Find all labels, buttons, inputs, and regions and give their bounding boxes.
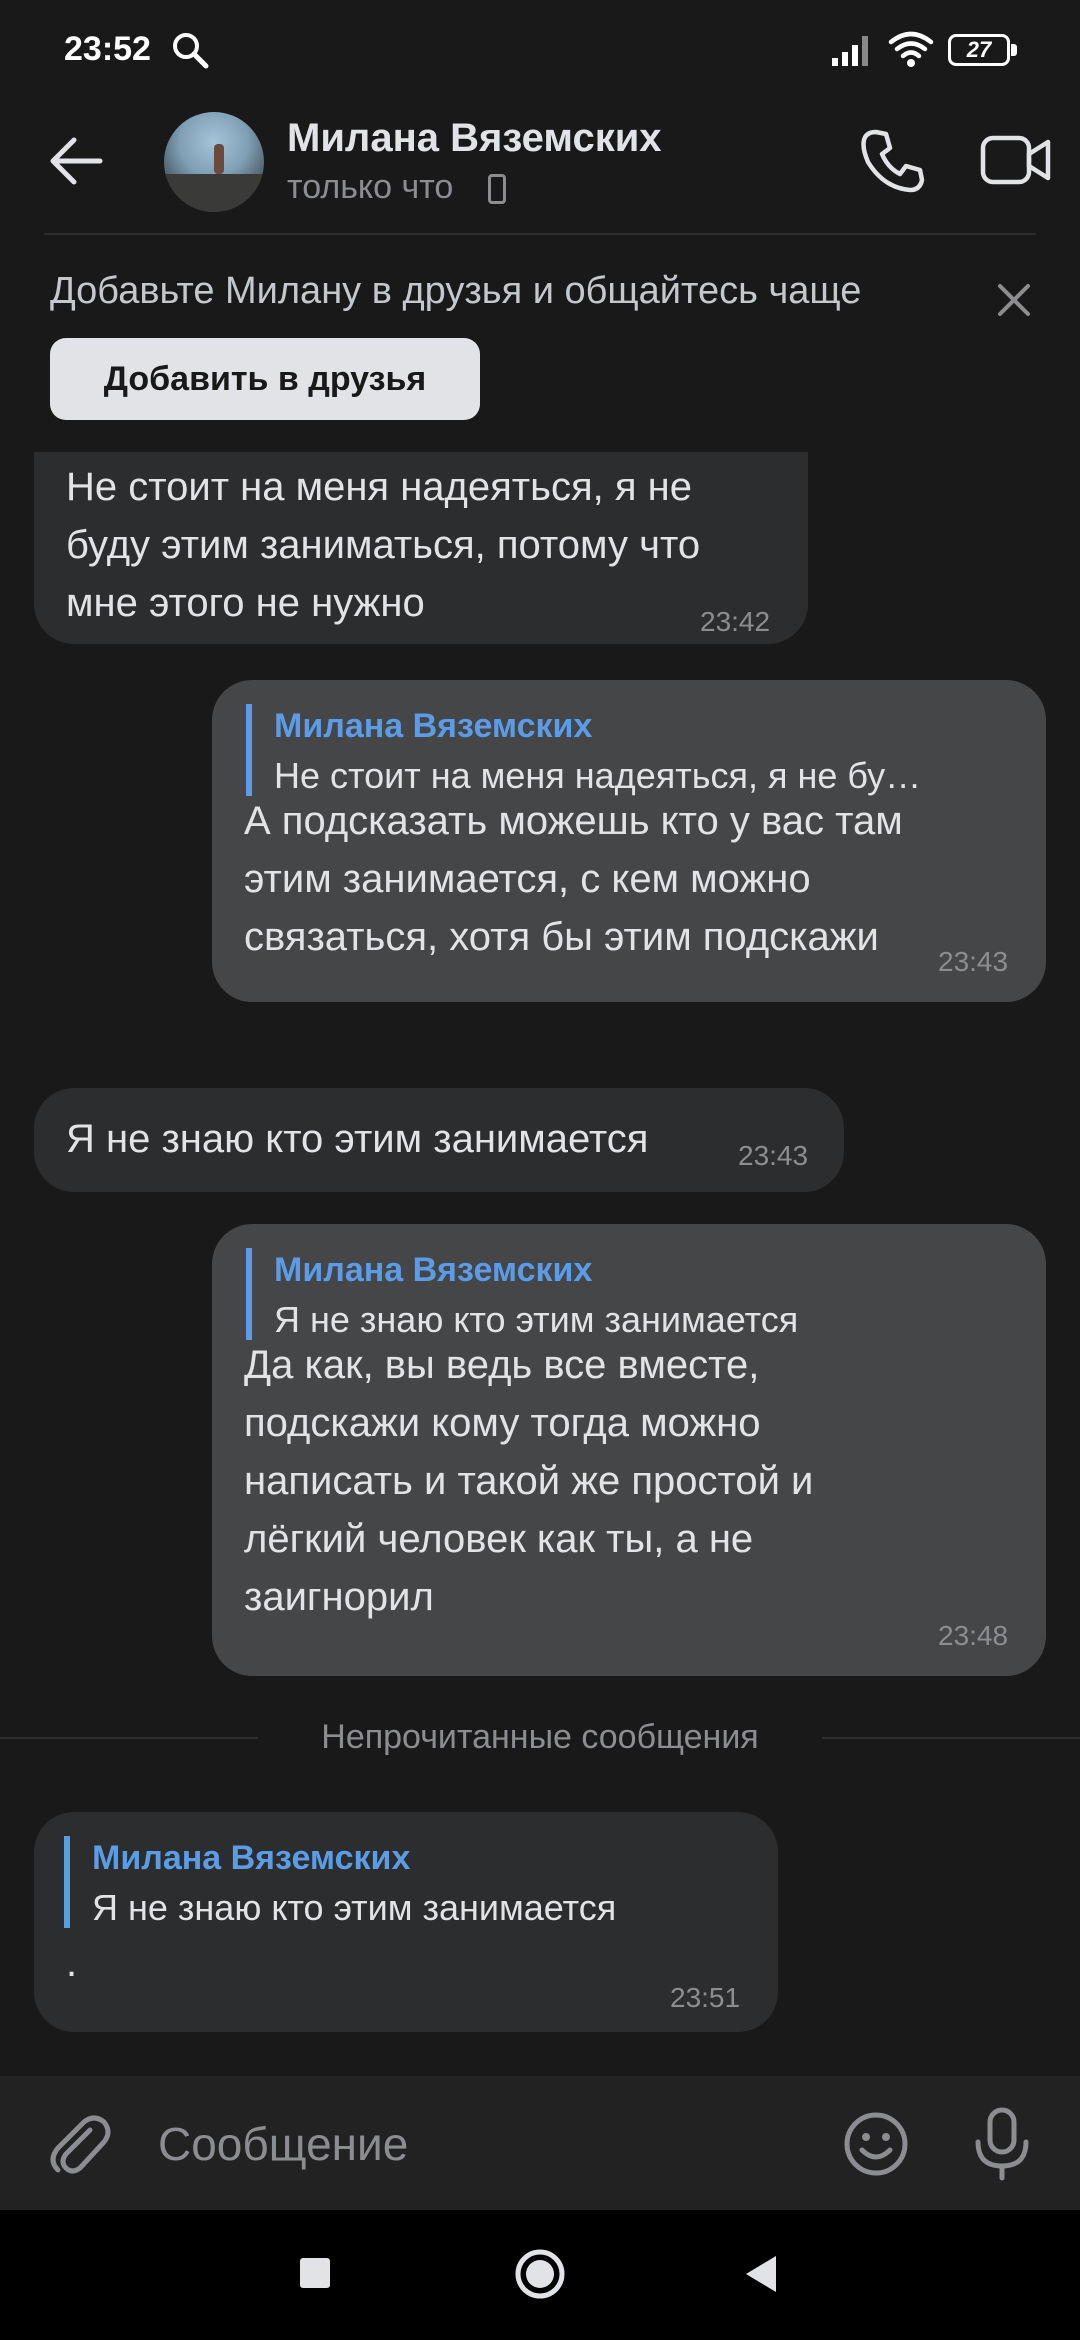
message-time: 23:43: [738, 1140, 809, 1171]
header-divider: [44, 233, 1036, 235]
message-bubble-incoming[interactable]: Не стоит на меня надеяться, я не буду эт…: [34, 452, 808, 644]
reply-author: Милана Вяземских: [274, 707, 593, 745]
status-time: 23:52: [64, 30, 151, 68]
message-bubble-outgoing[interactable]: Милана Вяземских Не стоит на меня надеят…: [212, 680, 1046, 1002]
unread-divider: Непрочитанные сообщения: [0, 1708, 1080, 1768]
message-text-line: подскажи кому тогда можно: [244, 1401, 761, 1445]
reply-text: Я не знаю кто этим занимается: [92, 1887, 617, 1928]
message-bubble-incoming[interactable]: Милана Вяземских Я не знаю кто этим зани…: [34, 1812, 778, 2032]
message-text-line: Я не знаю кто этим занимается: [66, 1117, 649, 1161]
contact-name[interactable]: Милана Вяземских: [287, 116, 662, 161]
paperclip-icon[interactable]: [44, 2110, 114, 2180]
message-text-line: мне этого не нужно: [66, 581, 425, 625]
message-text-line: заигнорил: [244, 1575, 434, 1619]
message-input[interactable]: [158, 2104, 818, 2184]
contact-status: только что: [287, 168, 454, 206]
reply-quote[interactable]: Милана Вяземских Я не знаю кто этим зани…: [246, 1248, 986, 1340]
phone-icon[interactable]: [858, 126, 928, 196]
system-back-button[interactable]: [740, 2252, 780, 2296]
home-button[interactable]: [514, 2248, 566, 2300]
message-composer: [0, 2076, 1080, 2210]
emoji-icon[interactable]: [842, 2110, 910, 2178]
message-bubble-outgoing[interactable]: Милана Вяземских Я не знаю кто этим зани…: [212, 1224, 1046, 1676]
close-icon[interactable]: [994, 280, 1034, 320]
message-text-line: Не стоит на меня надеяться, я не: [66, 465, 692, 509]
message-time: 23:43: [938, 946, 1009, 977]
message-time: 23:51: [670, 1982, 741, 2013]
search-icon: [173, 33, 209, 69]
message-text-line: А подсказать можешь кто у вас там: [244, 799, 903, 843]
message-bubble-incoming[interactable]: Я не знаю кто этим занимается 23:43: [34, 1088, 844, 1192]
reply-quote[interactable]: Милана Вяземских Я не знаю кто этим зани…: [64, 1836, 744, 1928]
system-navigation-bar: [0, 2210, 1080, 2340]
battery-icon: 27: [948, 34, 1018, 66]
back-arrow-icon[interactable]: [44, 128, 110, 194]
add-friend-prompt: Добавьте Милану в друзья и общайтесь чащ…: [50, 270, 862, 312]
message-text-line: .: [66, 1941, 78, 1985]
reply-author: Милана Вяземских: [92, 1839, 411, 1877]
message-text-line: Да как, вы ведь все вместе,: [244, 1343, 760, 1387]
video-camera-icon[interactable]: [980, 132, 1052, 188]
message-text-line: буду этим заниматься, потому что: [66, 523, 701, 567]
wifi-icon: [888, 31, 934, 67]
chat-header: Милана Вяземских только что: [0, 100, 1080, 235]
message-list[interactable]: Не стоит на меня надеяться, я не буду эт…: [0, 452, 1080, 2076]
message-text-line: этим занимается, с кем можно: [244, 857, 811, 901]
message-time: 23:48: [938, 1620, 1009, 1651]
signal-icon: [832, 36, 868, 66]
message-text-line: связаться, хотя бы этим подскажи: [244, 915, 879, 959]
recents-button[interactable]: [300, 2258, 330, 2288]
mobile-device-icon: [488, 174, 506, 204]
add-friend-button[interactable]: Добавить в друзья: [50, 338, 480, 420]
reply-quote[interactable]: Милана Вяземских Не стоит на меня надеят…: [246, 704, 986, 796]
status-bar: 23:52 27: [0, 0, 1080, 100]
battery-level: 27: [966, 37, 992, 62]
add-friend-banner: Добавьте Милану в друзья и общайтесь чащ…: [0, 236, 1080, 452]
message-text-line: лёгкий человек как ты, а не: [244, 1517, 754, 1561]
avatar[interactable]: [164, 112, 264, 212]
microphone-icon[interactable]: [968, 2106, 1036, 2182]
reply-author: Милана Вяземских: [274, 1251, 593, 1289]
message-text-line: написать и такой же простой и: [244, 1459, 814, 1503]
message-time: 23:42: [700, 606, 771, 637]
